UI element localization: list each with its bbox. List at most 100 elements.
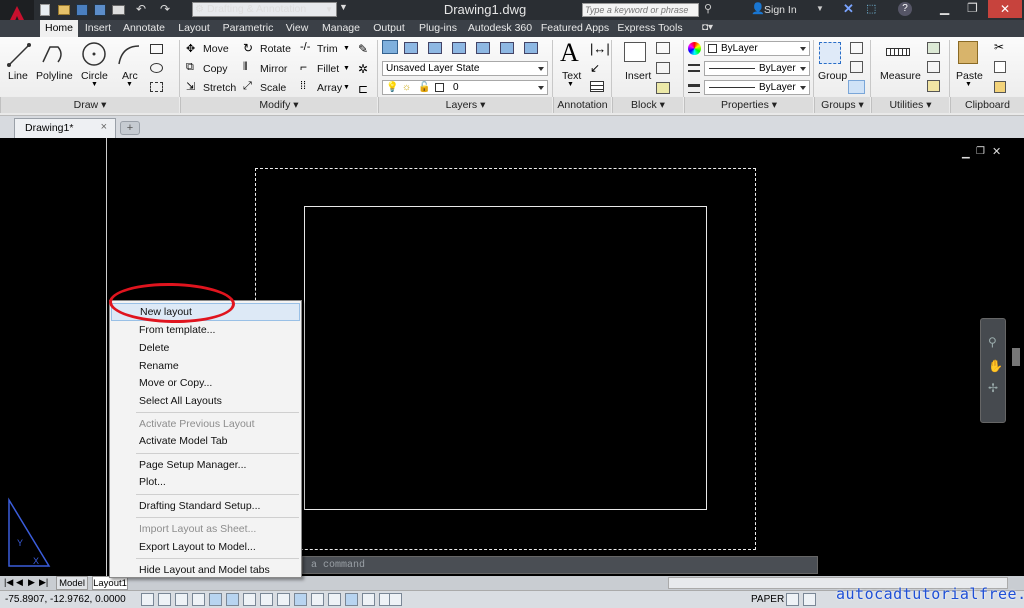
selection-cycling-icon[interactable] bbox=[362, 593, 375, 606]
clipboard-panel-title[interactable]: Clipboard bbox=[950, 97, 1024, 113]
pan-hand-icon[interactable]: ✋ bbox=[988, 359, 1003, 373]
search-input[interactable]: Type a keyword or phrase bbox=[582, 3, 699, 17]
group-edit-icon[interactable] bbox=[850, 61, 863, 73]
draw-panel-title[interactable]: Draw ▾ bbox=[0, 97, 179, 113]
sign-in-link[interactable]: Sign In bbox=[764, 4, 797, 16]
quick-select-icon[interactable] bbox=[927, 42, 940, 54]
polyline-icon[interactable] bbox=[40, 42, 66, 68]
layer-dropdown[interactable]: 💡 ☼ 🔓 0 bbox=[382, 80, 548, 95]
ungroup-icon[interactable] bbox=[850, 42, 863, 54]
canvas-close-icon[interactable]: ✕ bbox=[992, 145, 1001, 158]
3d-osnap-icon[interactable] bbox=[243, 593, 256, 606]
tab-manage[interactable]: Manage bbox=[318, 20, 364, 37]
saveas-icon[interactable] bbox=[94, 4, 106, 16]
canvas-minimize-icon[interactable]: ▁ bbox=[962, 148, 970, 159]
dimension-icon[interactable]: |↔| bbox=[590, 41, 610, 56]
id-point-icon[interactable] bbox=[927, 80, 940, 92]
line-icon[interactable] bbox=[6, 42, 32, 68]
insert-button[interactable]: Insert bbox=[625, 70, 651, 82]
close-window-button[interactable]: ✕ bbox=[988, 0, 1022, 18]
circle-icon[interactable] bbox=[80, 40, 108, 68]
prev-tab-icon[interactable]: ◀ bbox=[16, 577, 23, 588]
snap-icon[interactable] bbox=[158, 593, 171, 606]
vertical-scrollbar[interactable] bbox=[1012, 348, 1020, 366]
arc-chevron-icon[interactable]: ▼ bbox=[126, 81, 133, 88]
explode-icon[interactable]: ✲ bbox=[358, 62, 368, 76]
utilities-panel-title[interactable]: Utilities ▾ bbox=[871, 97, 949, 113]
copy-link-icon[interactable] bbox=[994, 81, 1006, 93]
cut-icon[interactable]: ✂ bbox=[994, 40, 1004, 54]
tab-view[interactable]: View bbox=[280, 20, 314, 37]
scale-button[interactable]: Scale bbox=[260, 82, 286, 94]
ribbon-toggle-icon[interactable]: ◘▾ bbox=[702, 22, 713, 33]
layout-viewport[interactable] bbox=[304, 206, 707, 510]
quick-properties-icon[interactable] bbox=[345, 593, 358, 606]
table-icon[interactable] bbox=[590, 81, 604, 92]
grid-icon[interactable] bbox=[175, 593, 188, 606]
command-line[interactable]: a command bbox=[302, 556, 818, 574]
edit-block-icon[interactable] bbox=[656, 62, 670, 74]
layer-tool-1-icon[interactable] bbox=[404, 42, 418, 54]
last-tab-icon[interactable]: ▶| bbox=[39, 577, 48, 588]
ducs-icon[interactable] bbox=[277, 593, 290, 606]
fillet-chevron-icon[interactable]: ▼ bbox=[343, 65, 350, 72]
text-chevron-icon[interactable]: ▼ bbox=[567, 81, 574, 88]
tab-layout[interactable]: Layout bbox=[172, 20, 216, 37]
minimize-icon[interactable]: ▁ bbox=[940, 1, 949, 15]
menu-item-hide-layout-and-model-tabs[interactable]: Hide Layout and Model tabs bbox=[111, 561, 300, 579]
first-tab-icon[interactable]: |◀ bbox=[4, 577, 13, 588]
transparency-icon[interactable] bbox=[328, 593, 341, 606]
menu-item-select-all-layouts[interactable]: Select All Layouts bbox=[111, 392, 300, 410]
create-block-icon[interactable] bbox=[656, 42, 670, 54]
stretch-button[interactable]: Stretch bbox=[203, 82, 236, 94]
sign-in-chevron-icon[interactable]: ▼ bbox=[816, 4, 824, 13]
tab-output[interactable]: Output bbox=[368, 20, 410, 37]
model-tab[interactable]: Model bbox=[56, 576, 88, 590]
mirror-button[interactable]: Mirror bbox=[260, 63, 287, 75]
close-tab-icon[interactable]: × bbox=[101, 121, 107, 133]
open-icon[interactable] bbox=[58, 5, 70, 15]
layer-tool-5-icon[interactable] bbox=[500, 42, 514, 54]
drawing-tab[interactable]: Drawing1* × bbox=[14, 118, 116, 138]
infer-constraints-icon[interactable] bbox=[141, 593, 154, 606]
paste-chevron-icon[interactable]: ▼ bbox=[965, 81, 972, 88]
steeringwheel-icon[interactable]: ✢ bbox=[988, 381, 998, 395]
measure-button[interactable]: Measure bbox=[880, 70, 921, 82]
array-button[interactable]: Array bbox=[317, 82, 342, 94]
groups-panel-title[interactable]: Groups ▾ bbox=[814, 97, 870, 113]
hatch-icon[interactable] bbox=[150, 63, 163, 73]
restore-icon[interactable]: ❐ bbox=[967, 1, 978, 15]
layers-panel-title[interactable]: Layers ▾ bbox=[378, 97, 552, 113]
menu-item-move-or-copy[interactable]: Move or Copy... bbox=[111, 374, 300, 392]
menu-item-from-template[interactable]: From template... bbox=[111, 321, 300, 339]
modify-panel-title[interactable]: Modify ▾ bbox=[180, 97, 377, 113]
menu-item-delete[interactable]: Delete bbox=[111, 339, 300, 357]
linetype-dropdown[interactable]: ByLayer bbox=[704, 61, 810, 76]
fillet-button[interactable]: Fillet bbox=[317, 63, 339, 75]
layer-tool-2-icon[interactable] bbox=[428, 42, 442, 54]
menu-item-plot[interactable]: Plot... bbox=[111, 473, 300, 491]
lineweight-toggle-icon[interactable] bbox=[311, 593, 324, 606]
workspace-dropdown[interactable]: ⚙ Drafting & Annotation ▼ bbox=[192, 2, 337, 17]
arc-icon[interactable] bbox=[116, 42, 142, 68]
layer-properties-icon[interactable] bbox=[382, 40, 398, 54]
dyn-icon[interactable] bbox=[294, 593, 307, 606]
tab-express-tools[interactable]: Express Tools bbox=[616, 20, 684, 37]
quick-view-drawings-icon[interactable] bbox=[803, 593, 816, 606]
lineweight-dropdown[interactable]: ByLayer bbox=[704, 80, 810, 95]
copy-button[interactable]: Copy bbox=[203, 63, 228, 75]
zoom-icon[interactable]: ⚲ bbox=[988, 335, 997, 349]
tab-insert[interactable]: Insert bbox=[80, 20, 116, 37]
array-chevron-icon[interactable]: ▼ bbox=[343, 84, 350, 91]
tab-plug-ins[interactable]: Plug-ins bbox=[414, 20, 462, 37]
next-tab-icon[interactable]: ▶ bbox=[28, 577, 35, 588]
offset-icon[interactable]: ⊏ bbox=[358, 82, 368, 96]
menu-item-export-layout-to-model[interactable]: Export Layout to Model... bbox=[111, 538, 300, 556]
attribute-icon[interactable] bbox=[656, 82, 670, 94]
tab-autodesk-360[interactable]: Autodesk 360 bbox=[466, 20, 534, 37]
circle-chevron-icon[interactable]: ▼ bbox=[91, 81, 98, 88]
menu-item-drafting-standard-setup[interactable]: Drafting Standard Setup... bbox=[111, 497, 300, 515]
exchange-icon[interactable]: ✕ bbox=[843, 1, 854, 17]
layer-tool-3-icon[interactable] bbox=[452, 42, 466, 54]
tab-home[interactable]: Home bbox=[40, 20, 78, 37]
